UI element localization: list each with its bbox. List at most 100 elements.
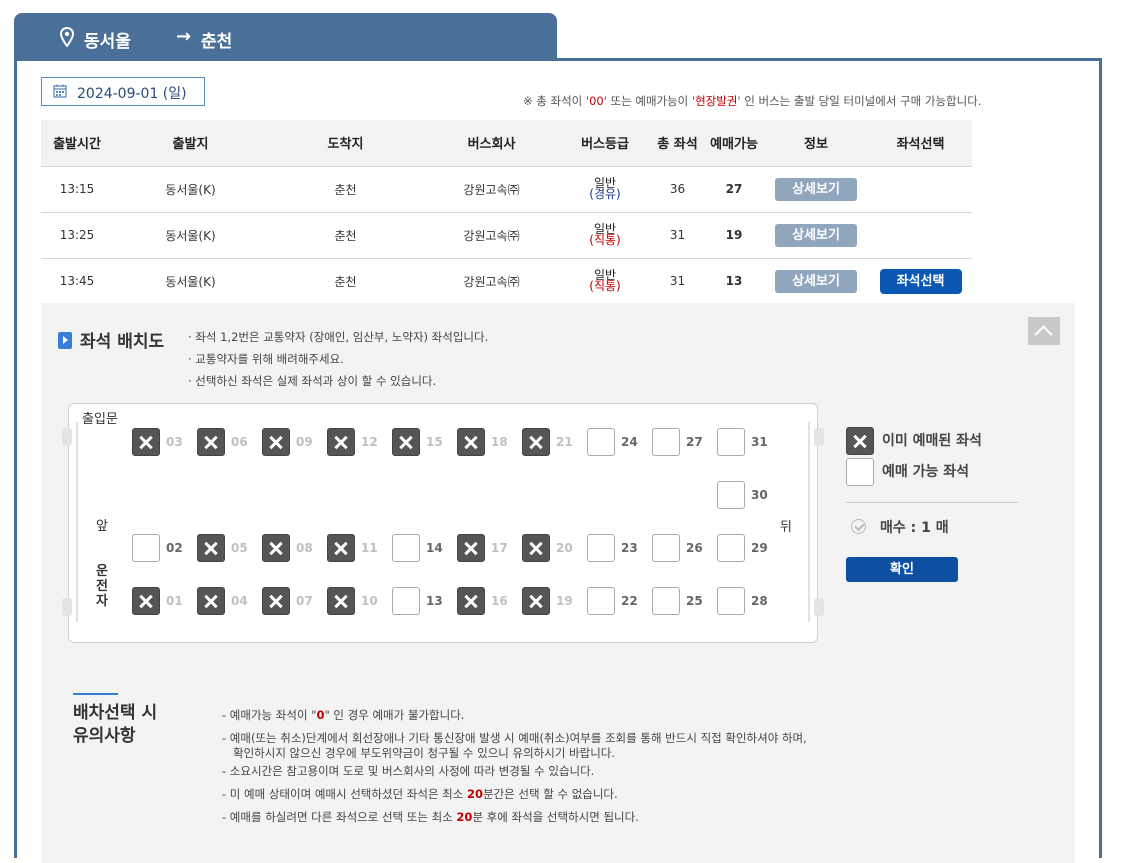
bus-company: 강원고속㈜ bbox=[423, 258, 560, 305]
seat-available-23[interactable] bbox=[587, 534, 615, 562]
available-seats: 27 bbox=[705, 166, 763, 213]
seat-taken-12 bbox=[327, 428, 355, 456]
seat-number: 21 bbox=[556, 435, 573, 449]
origin: 동서울(K) bbox=[113, 212, 268, 259]
seat-number: 12 bbox=[361, 435, 378, 449]
bus-wall bbox=[76, 422, 78, 622]
seat-available-31[interactable] bbox=[717, 428, 745, 456]
seat-taken-08 bbox=[262, 534, 290, 562]
seat-number: 22 bbox=[621, 594, 638, 608]
seat-available-22[interactable] bbox=[587, 587, 615, 615]
caution-item: - 미 예매 상태이며 예매시 선택하셨던 좌석은 최소 20분간은 선택 할 … bbox=[222, 787, 618, 801]
seat-available-02[interactable] bbox=[132, 534, 160, 562]
total-seats: 31 bbox=[650, 258, 705, 305]
bus-edge-marker bbox=[814, 598, 824, 616]
table-row[interactable]: 13:45 동서울(K) 춘천 강원고속㈜ 일반 (직통) 31 13 상세보기 … bbox=[41, 258, 972, 305]
calendar-icon bbox=[53, 84, 67, 98]
seat-taken-03 bbox=[132, 428, 160, 456]
seat-number: 18 bbox=[491, 435, 508, 449]
seat-number: 19 bbox=[556, 594, 573, 608]
bus-wall bbox=[808, 422, 810, 622]
seat-taken-04 bbox=[197, 587, 225, 615]
bus-company: 강원고속㈜ bbox=[423, 166, 560, 213]
seat-taken-05 bbox=[197, 534, 225, 562]
seat-number: 14 bbox=[426, 541, 443, 555]
seat-available-28[interactable] bbox=[717, 587, 745, 615]
seat-taken-18 bbox=[457, 428, 485, 456]
col-header-time: 출발시간 bbox=[41, 120, 113, 167]
play-marker-icon bbox=[58, 332, 72, 349]
seat-taken-01 bbox=[132, 587, 160, 615]
seat-number: 27 bbox=[686, 435, 703, 449]
seat-number: 29 bbox=[751, 541, 768, 555]
destination: 춘천 bbox=[268, 212, 423, 259]
caution-item: - 예매를 하실려면 다른 좌석으로 선택 또는 최소 20분 후에 좌석을 선… bbox=[222, 810, 639, 824]
total-seats: 36 bbox=[650, 166, 705, 213]
table-header-row: 출발시간 출발지 도착지 버스회사 버스등급 총 좌석 예매가능 정보 좌석선택 bbox=[41, 120, 972, 167]
note-item: · 좌석 1,2번은 교통약자 (장애인, 임산부, 노약자) 좌석입니다. bbox=[188, 330, 489, 344]
bus-edge-marker bbox=[62, 428, 72, 446]
caution-title: 배차선택 시 유의사항 bbox=[73, 703, 158, 746]
table-row[interactable]: 13:25 동서울(K) 춘천 강원고속㈜ 일반 (직통) 31 19 상세보기 bbox=[41, 212, 972, 259]
confirm-button[interactable]: 확인 bbox=[846, 557, 958, 582]
seat-number: 11 bbox=[361, 541, 378, 555]
seat-taken-15 bbox=[392, 428, 420, 456]
bus-grade: 일반 (직통) bbox=[560, 258, 650, 305]
seat-number: 26 bbox=[686, 541, 703, 555]
departure-time: 13:15 bbox=[41, 166, 113, 213]
seat-available-14[interactable] bbox=[392, 534, 420, 562]
departure-time: 13:45 bbox=[41, 258, 113, 305]
driver-label: 운전자 bbox=[96, 564, 108, 609]
seat-available-29[interactable] bbox=[717, 534, 745, 562]
legend-divider bbox=[846, 502, 1018, 503]
seat-map-title: 좌석 배치도 bbox=[58, 327, 164, 352]
seat-number: 01 bbox=[166, 594, 183, 608]
legend-free: 예매 가능 좌석 bbox=[846, 458, 969, 486]
seat-number: 30 bbox=[751, 488, 768, 502]
col-header-info: 정보 bbox=[763, 120, 869, 167]
seat-available-25[interactable] bbox=[652, 587, 680, 615]
detail-button[interactable]: 상세보기 bbox=[775, 223, 857, 247]
seat-taken-21 bbox=[522, 428, 550, 456]
seat-number: 05 bbox=[231, 541, 248, 555]
col-header-company: 버스회사 bbox=[423, 120, 560, 167]
table-row[interactable]: 13:15 동서울(K) 춘천 강원고속㈜ 일반 (경유) 36 27 상세보기 bbox=[41, 166, 972, 213]
col-header-total: 총 좌석 bbox=[650, 120, 705, 167]
seat-available-24[interactable] bbox=[587, 428, 615, 456]
detail-button[interactable]: 상세보기 bbox=[775, 177, 857, 201]
seat-number: 15 bbox=[426, 435, 443, 449]
seat-number: 09 bbox=[296, 435, 313, 449]
col-header-grade: 버스등급 bbox=[560, 120, 650, 167]
seat-taken-11 bbox=[327, 534, 355, 562]
seat-available-26[interactable] bbox=[652, 534, 680, 562]
date-selector[interactable]: 2024-09-01 (일) bbox=[41, 77, 205, 106]
seat-number: 31 bbox=[751, 435, 768, 449]
collapse-up-icon[interactable] bbox=[1028, 317, 1060, 345]
back-label: 뒤 bbox=[780, 520, 792, 535]
seat-taken-17 bbox=[457, 534, 485, 562]
detail-button[interactable]: 상세보기 bbox=[775, 269, 857, 293]
bus-schedule-table: 출발시간 출발지 도착지 버스회사 버스등급 총 좌석 예매가능 정보 좌석선택… bbox=[41, 120, 972, 305]
seat-available-30[interactable] bbox=[717, 481, 745, 509]
route-from: 동서울 bbox=[84, 32, 131, 52]
location-pin-icon bbox=[60, 27, 74, 47]
seat-number: 23 bbox=[621, 541, 638, 555]
destination: 춘천 bbox=[268, 258, 423, 305]
col-header-destination: 도착지 bbox=[268, 120, 423, 167]
seat-map-notes: · 좌석 1,2번은 교통약자 (장애인, 임산부, 노약자) 좌석입니다. ·… bbox=[188, 326, 488, 392]
seat-available-27[interactable] bbox=[652, 428, 680, 456]
seat-taken-09 bbox=[262, 428, 290, 456]
legend-taken: 이미 예매된 좌석 bbox=[846, 427, 982, 455]
seat-taken-10 bbox=[327, 587, 355, 615]
seat-number: 17 bbox=[491, 541, 508, 555]
caution-item: - 예매가능 좌석이 "0" 인 경우 예매가 불가합니다. bbox=[222, 708, 465, 722]
caution-item: - 소요시간은 참고용이며 도로 및 버스회사의 사정에 따라 변경될 수 있습… bbox=[222, 764, 595, 778]
seat-available-13[interactable] bbox=[392, 587, 420, 615]
seat-taken-16 bbox=[457, 587, 485, 615]
seat-number: 13 bbox=[426, 594, 443, 608]
seat-select-button[interactable]: 좌석선택 bbox=[879, 268, 962, 294]
origin: 동서울(K) bbox=[113, 258, 268, 305]
taken-seat-icon bbox=[846, 427, 874, 455]
available-seats: 13 bbox=[705, 258, 763, 305]
origin: 동서울(K) bbox=[113, 166, 268, 213]
